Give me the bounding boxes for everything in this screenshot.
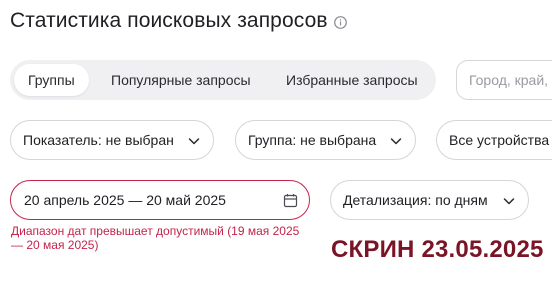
metric-select-label: Показатель: не выбран: [23, 132, 174, 148]
group-select-label: Группа: не выбрана: [248, 132, 377, 148]
page-title-text: Статистика поисковых запросов: [10, 9, 328, 32]
devices-select-label: Все устройства: [449, 132, 550, 148]
date-range-picker[interactable]: 20 апрель 2025 — 20 май 2025: [10, 180, 310, 220]
date-range-value: 20 апрель 2025 — 20 май 2025: [24, 192, 226, 208]
calendar-icon: [283, 194, 298, 208]
date-range-error: Диапазон дат превышает допустимый (19 ма…: [11, 224, 300, 252]
devices-select[interactable]: Все устройства: [436, 120, 552, 160]
page-title: Статистика поисковых запросов: [10, 8, 347, 34]
tab-popular-queries[interactable]: Популярные запросы: [111, 64, 251, 96]
screenshot-stamp: СКРИН 23.05.2025: [331, 236, 544, 263]
tab-favorite-queries[interactable]: Избранные запросы: [286, 64, 418, 96]
chevron-down-icon: [188, 138, 200, 145]
info-icon[interactable]: [333, 15, 347, 29]
chevron-down-icon: [390, 138, 402, 145]
tabs-switcher: Группы Популярные запросы Избранные запр…: [10, 60, 436, 100]
detail-select[interactable]: Детализация: по дням: [330, 180, 529, 220]
tab-groups[interactable]: Группы: [14, 64, 89, 96]
metric-select[interactable]: Показатель: не выбран: [10, 120, 214, 160]
region-search-input[interactable]: [456, 60, 552, 100]
chevron-down-icon: [503, 198, 515, 205]
detail-select-label: Детализация: по дням: [343, 192, 488, 208]
group-select[interactable]: Группа: не выбрана: [235, 120, 416, 160]
